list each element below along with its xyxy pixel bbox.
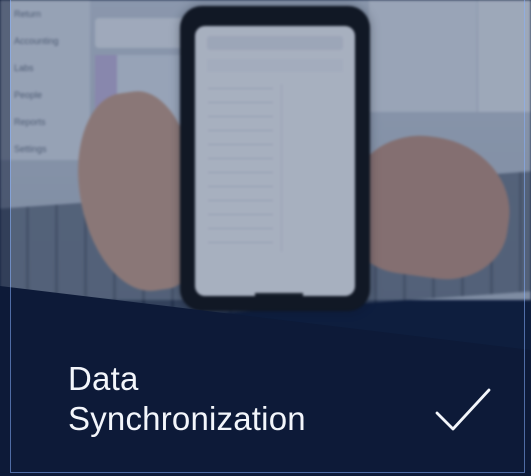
feature-card: Return Accounting Labs People Reports Se… — [0, 0, 531, 476]
checkmark-icon — [434, 382, 492, 440]
feature-title: Data Synchronization — [68, 360, 306, 437]
